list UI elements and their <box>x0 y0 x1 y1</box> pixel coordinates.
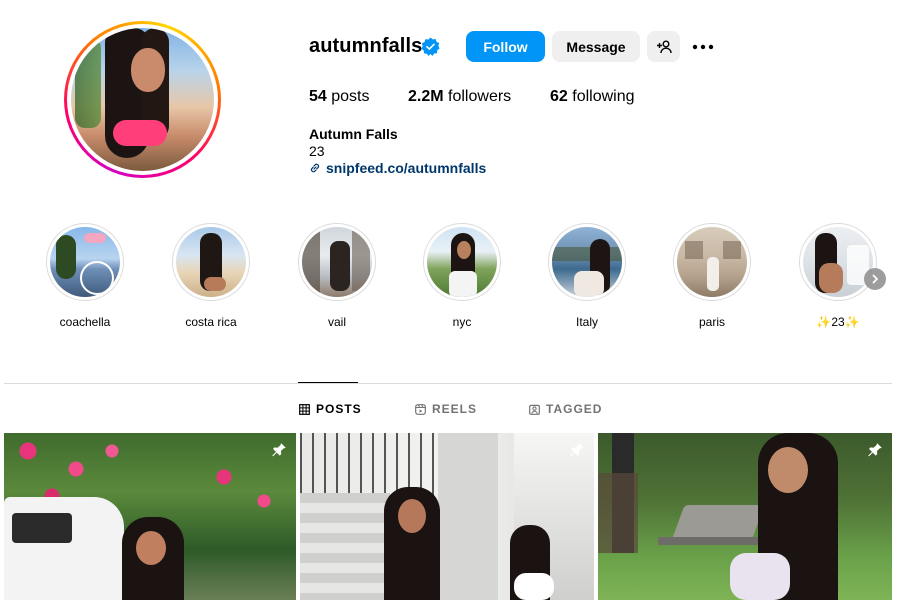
highlight-cover <box>677 227 747 297</box>
post-tile[interactable] <box>4 433 296 600</box>
highlight-coachella[interactable]: coachella <box>45 223 125 329</box>
highlight-cover <box>803 227 873 297</box>
following-link[interactable]: 62 following <box>550 88 635 106</box>
highlight-nyc[interactable]: nyc <box>422 223 502 329</box>
profile-full-name: Autumn Falls <box>309 126 398 142</box>
highlight-label: coachella <box>59 315 111 329</box>
highlight-cover <box>427 227 497 297</box>
highlight-label: paris <box>698 315 725 329</box>
highlight-label: ✨23✨ <box>816 315 860 329</box>
posts-count: 54 <box>309 88 327 105</box>
followers-link[interactable]: 2.2M followers <box>408 88 511 106</box>
profile-bio: 23 <box>309 143 325 159</box>
highlights-next-button[interactable] <box>864 268 886 290</box>
suggested-users-button[interactable] <box>647 31 680 62</box>
tab-posts[interactable]: POSTS <box>299 402 362 416</box>
highlight-label: nyc <box>452 315 472 329</box>
tab-tagged[interactable]: TAGGED <box>529 402 602 416</box>
pin-icon <box>868 443 882 457</box>
posts-count-stat: 54 posts <box>309 88 370 106</box>
link-icon <box>310 163 320 173</box>
more-dots-icon <box>692 44 714 50</box>
avatar-photo <box>71 28 214 171</box>
highlight-cover <box>552 227 622 297</box>
profile-username: autumnfalls <box>309 35 423 57</box>
chevron-right-icon <box>872 274 878 284</box>
tab-label: POSTS <box>316 402 362 416</box>
post-image <box>598 433 892 600</box>
tabs-divider <box>4 383 892 384</box>
more-options-button[interactable] <box>690 38 716 56</box>
highlight-paris[interactable]: paris <box>672 223 752 329</box>
message-button[interactable]: Message <box>552 31 640 62</box>
following-label: following <box>572 88 635 105</box>
post-image <box>4 433 296 600</box>
active-tab-indicator <box>298 382 358 383</box>
highlight-label: Italy <box>575 315 598 329</box>
tab-label: REELS <box>432 402 478 416</box>
highlight-cover <box>176 227 246 297</box>
add-person-icon <box>656 40 672 53</box>
profile-link-text: snipfeed.co/autumnfalls <box>326 160 487 176</box>
tab-label: TAGGED <box>546 402 603 416</box>
highlight-italy[interactable]: Italy <box>547 223 627 329</box>
tagged-icon <box>529 404 540 415</box>
grid-icon <box>299 403 310 415</box>
post-tile[interactable] <box>300 433 594 600</box>
post-tile[interactable] <box>598 433 892 600</box>
highlight-vail[interactable]: vail <box>297 223 377 329</box>
highlight-cover <box>50 227 120 297</box>
follow-button[interactable]: Follow <box>466 31 545 62</box>
pin-icon <box>570 443 584 457</box>
following-count: 62 <box>550 88 568 105</box>
highlight-label: vail <box>327 315 346 329</box>
tab-reels[interactable]: REELS <box>415 402 477 416</box>
highlight-cover <box>302 227 372 297</box>
profile-avatar[interactable] <box>64 21 221 178</box>
profile-external-link[interactable]: snipfeed.co/autumnfalls <box>309 160 486 176</box>
highlight-costa-rica[interactable]: costa rica <box>171 223 251 329</box>
reels-icon <box>415 403 426 415</box>
posts-label: posts <box>331 88 370 105</box>
verified-badge-icon <box>421 37 440 56</box>
pin-icon <box>272 443 286 457</box>
highlight-label: costa rica <box>185 315 237 329</box>
followers-label: followers <box>448 88 512 105</box>
followers-count: 2.2M <box>408 88 444 105</box>
post-image <box>300 433 594 600</box>
